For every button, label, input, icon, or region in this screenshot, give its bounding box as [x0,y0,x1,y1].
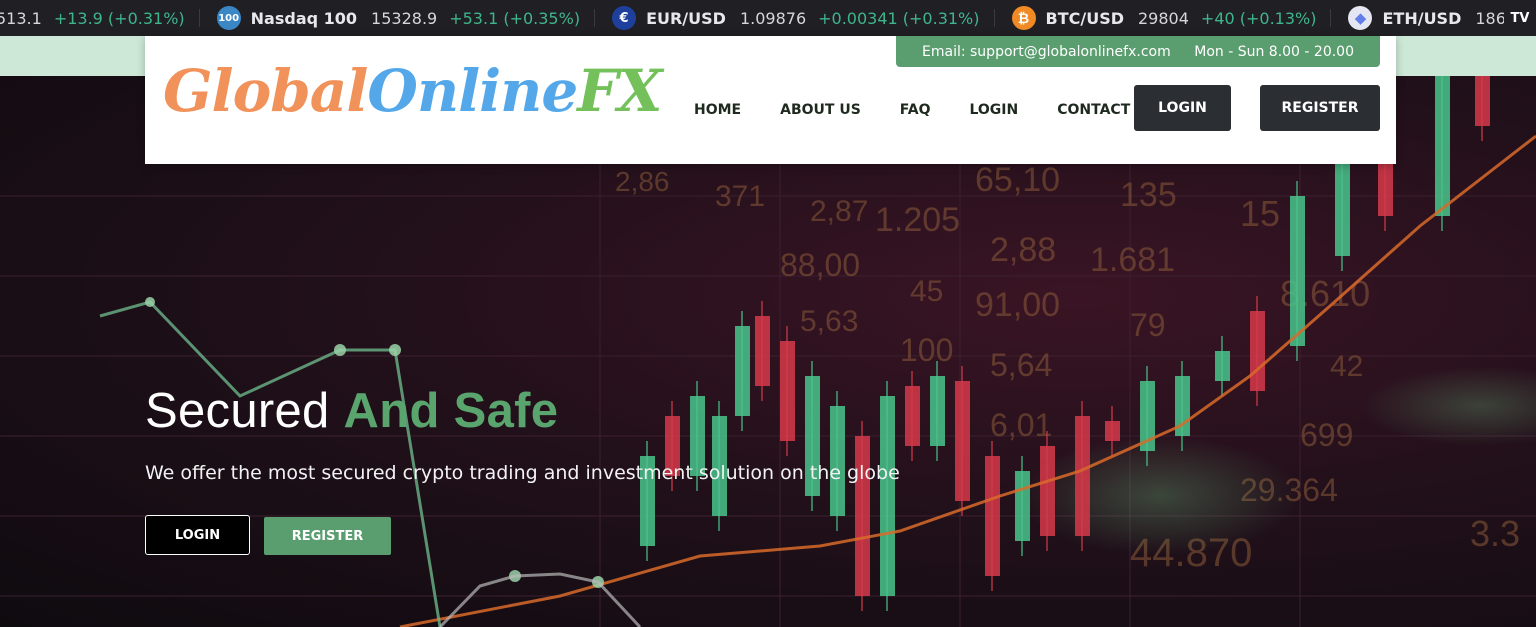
contact-bar: Email: support@globalonlinefx.com Mon - … [896,36,1380,67]
main-nav: HOME ABOUT US FAQ LOGIN CONTACT US [694,102,1196,118]
hero-login-button[interactable]: LOGIN [145,515,250,555]
ticker-change: +40 (+0.13%) [1200,8,1317,28]
candle-body [755,316,770,386]
market-ticker: 513.1 +13.9 (+0.31%) 100 Nasdaq 100 1532… [0,0,1536,36]
nasdaq-icon: 100 [216,6,241,30]
logo-part-fx: FX [577,57,662,125]
business-hours: Mon - Sun 8.00 - 20.00 [1194,43,1354,60]
candle-body [830,406,845,516]
candle-body [855,436,870,596]
background-number: 3.3 [1470,513,1520,554]
ticker-price: 29804 [1138,8,1189,28]
background-number: 2,87 [810,195,868,228]
ethereum-icon: ◆ [1348,6,1373,30]
nav-faq[interactable]: FAQ [900,102,931,118]
ticker-price: 513.1 [0,8,42,28]
background-number: 45 [910,275,943,308]
nav-home[interactable]: HOME [694,102,741,118]
background-number: 100 [900,332,953,368]
background-number: 6,01 [990,407,1052,443]
ticker-symbol: BTC/USD [1045,8,1125,28]
ticker-item-eurusd[interactable]: € EUR/USD 1.09876 +0.00341 (+0.31%) [594,0,993,36]
candle-body [955,381,970,501]
candle-body [985,456,1000,576]
background-number: 1.681 [1090,241,1175,279]
euro-flag-icon: € [612,6,637,30]
logo-part-online: Online [367,57,578,125]
header-login-button[interactable]: LOGIN [1134,85,1231,131]
hero-headline: Secured And Safe [145,383,558,439]
bitcoin-icon: ₿ [1011,6,1036,30]
candle-body [735,326,750,416]
headline-plain: Secured [145,384,330,438]
ticker-symbol: ETH/USD [1382,8,1462,28]
ticker-change: +53.1 (+0.35%) [449,8,581,28]
ticker-symbol: Nasdaq 100 [250,8,358,28]
site-header: Email: support@globalonlinefx.com Mon - … [145,36,1396,164]
candle-body [905,386,920,446]
support-email[interactable]: Email: support@globalonlinefx.com [922,44,1171,60]
ticker-price: 1.09876 [739,8,807,28]
logo-part-global: Global [163,57,368,125]
candle-body [780,341,795,441]
background-number: 65,10 [975,161,1060,199]
ticker-price: 15328.9 [371,8,438,28]
site-logo[interactable]: GlobalOnlineFX [163,56,662,126]
ticker-item[interactable]: 513.1 +13.9 (+0.31%) [0,0,199,36]
headline-accent: And Safe [343,384,559,438]
candle-body [1475,76,1490,126]
background-number: 79 [1130,307,1166,343]
ticker-item-btcusd[interactable]: ₿ BTC/USD 29804 +40 (+0.13%) [993,0,1331,36]
background-number: 699 [1300,417,1353,453]
nav-login[interactable]: LOGIN [969,102,1018,118]
header-register-button[interactable]: REGISTER [1260,85,1380,131]
hero-subline: We offer the most secured crypto trading… [145,462,900,484]
background-number: 42 [1330,350,1363,383]
background-number: 5,63 [800,305,858,338]
candle-body [1290,196,1305,346]
background-number: 371 [715,180,765,213]
background-number: 2,88 [990,231,1056,269]
ticker-item-nasdaq[interactable]: 100 Nasdaq 100 15328.9 +53.1 (+0.35%) [198,0,594,36]
background-number: 15 [1240,193,1280,234]
nav-about-us[interactable]: ABOUT US [780,102,861,118]
candle-body [1075,416,1090,536]
candle-body [1040,446,1055,536]
background-number: 5,64 [990,347,1052,383]
background-number: 91,00 [975,286,1060,324]
candle-body [1250,311,1265,391]
ticker-change: +13.9 (+0.31%) [53,8,185,28]
background-number: 2,86 [615,166,670,197]
background-number: 1.205 [875,201,960,239]
background-number: 135 [1120,176,1177,214]
tradingview-logo-icon[interactable]: TV [1504,0,1536,36]
candle-body [930,376,945,446]
candle-body [1105,421,1120,441]
ticker-symbol: EUR/USD [646,8,726,28]
candle-body [1215,351,1230,381]
background-number: 88,00 [780,247,860,283]
hero-register-button[interactable]: REGISTER [264,517,391,555]
ticker-change: +0.00341 (+0.31%) [818,8,980,28]
candle-body [1015,471,1030,541]
candle-body [880,396,895,596]
candle-body [1435,76,1450,216]
